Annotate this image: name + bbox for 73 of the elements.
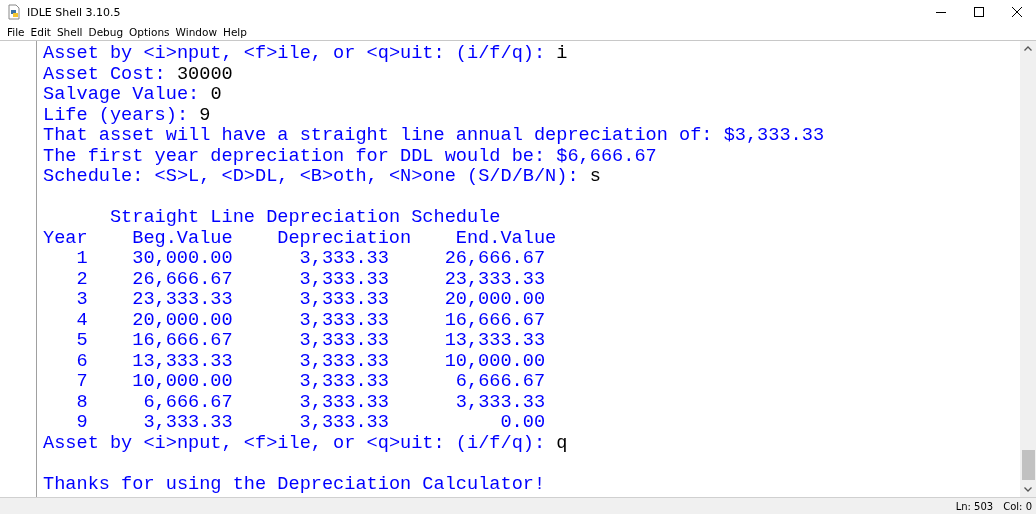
console-text: Asset Cost:: [43, 63, 167, 85]
scroll-up-icon[interactable]: [1024, 46, 1032, 51]
console-text: The first year depreciation for DDL would be: $6,666.67: [43, 145, 657, 167]
console-text: Salvage Value:: [43, 84, 201, 105]
table-cell-text: 5: [75, 331, 88, 352]
table-cell-text: 3,333.33: [298, 392, 389, 413]
console-text: That asset will have a straight line annual depreciation of: $3,333.33: [43, 125, 825, 146]
line-number: Ln: 503: [955, 500, 994, 512]
table-cell-text: 3,333.33: [298, 351, 389, 372]
column-header: End.Value: [454, 228, 557, 249]
table-cell-text: 10,000.00: [443, 351, 546, 372]
column-header: Depreciation: [276, 228, 412, 249]
table-cell-text: 20,000.00: [443, 290, 546, 311]
table-title: Straight Line Depreciation Schedule: [109, 207, 501, 228]
column-number: Col: 0: [1003, 500, 1032, 512]
table-cell-text: 3,333.33: [298, 310, 389, 331]
table-cell-text: 6,666.67: [142, 392, 233, 413]
console-text: Thanks for using the Depreciation Calculator!: [43, 473, 546, 495]
typed-text: 30000: [176, 63, 233, 85]
table-cell-text: 30,000.00: [131, 249, 233, 270]
table-cell-text: 26,666.67: [443, 249, 546, 270]
table-cell-text: 13,333.33: [131, 351, 233, 372]
table-cell-text: 3,333.33: [142, 413, 233, 434]
table-cell-text: 3,333.33: [298, 249, 389, 270]
table-cell-text: 16,666.67: [131, 331, 233, 352]
close-icon[interactable]: [1012, 7, 1022, 17]
window-title: IDLE Shell 3.10.5: [27, 5, 121, 19]
typed-text: q: [556, 432, 568, 454]
table-cell-text: 6: [75, 351, 88, 372]
table-cell-text: 3,333.33: [298, 269, 389, 290]
table-cell-text: 3,333.33: [298, 290, 389, 311]
python-file-icon: [7, 4, 21, 20]
table-cell-text: 2: [75, 269, 88, 290]
menu-item[interactable]: Help: [221, 25, 251, 39]
typed-text: 9: [199, 104, 211, 126]
scrollbar[interactable]: [1020, 41, 1036, 497]
table-cell-text: 0.00: [499, 413, 546, 434]
table-cell-text: 3,333.33: [298, 372, 389, 393]
maximize-icon[interactable]: [974, 7, 984, 17]
table-cell-text: 3: [75, 290, 88, 311]
menu-item[interactable]: Shell: [54, 25, 87, 39]
menu-item[interactable]: Window: [173, 25, 221, 39]
table-cell-text: 20,000.00: [131, 310, 233, 331]
table-cell-text: 3,333.33: [454, 392, 546, 413]
menu-item[interactable]: Debug: [86, 25, 128, 39]
menu-item[interactable]: Edit: [28, 25, 55, 39]
scroll-thumb[interactable]: [1022, 450, 1035, 480]
table-cell-text: 13,333.33: [443, 331, 546, 352]
menu-item[interactable]: Options: [127, 25, 174, 39]
table-cell-text: 4: [75, 310, 88, 331]
typed-text: 0: [210, 84, 222, 105]
table-cell-text: 9: [75, 413, 88, 434]
table-cell-text: 10,000.00: [131, 372, 233, 393]
console-text: Schedule: <S>L, <D>DL, <B>oth, <N>one (S/D/B/N):: [43, 166, 580, 187]
table-cell-text: 8: [75, 392, 88, 413]
column-header: Year: [43, 228, 88, 249]
typed-text: s: [589, 166, 601, 187]
table-cell-text: 6,666.67: [454, 372, 546, 393]
console-text: Asset by <i>nput, <f>ile, or <q>uit: (i/f/q):: [43, 43, 547, 64]
table-cell-text: 16,666.67: [443, 310, 546, 331]
column-header: Beg.Value: [131, 228, 233, 249]
table-cell-text: 23,333.33: [443, 269, 546, 290]
scroll-down-icon[interactable]: [1024, 487, 1032, 492]
menu-item[interactable]: File: [5, 25, 29, 39]
console-text: Asset by <i>nput, <f>ile, or <q>uit: (i/f/q):: [43, 432, 547, 454]
table-cell-text: 7: [75, 372, 88, 393]
typed-text: i: [556, 43, 568, 64]
table-cell-text: 1: [75, 249, 88, 270]
console-text: Life (years):: [43, 104, 190, 126]
table-cell-text: 23,333.33: [131, 290, 233, 311]
table-cell-text: 26,666.67: [131, 269, 233, 290]
table-cell-text: 3,333.33: [298, 413, 389, 434]
table-cell-text: 3,333.33: [298, 331, 389, 352]
